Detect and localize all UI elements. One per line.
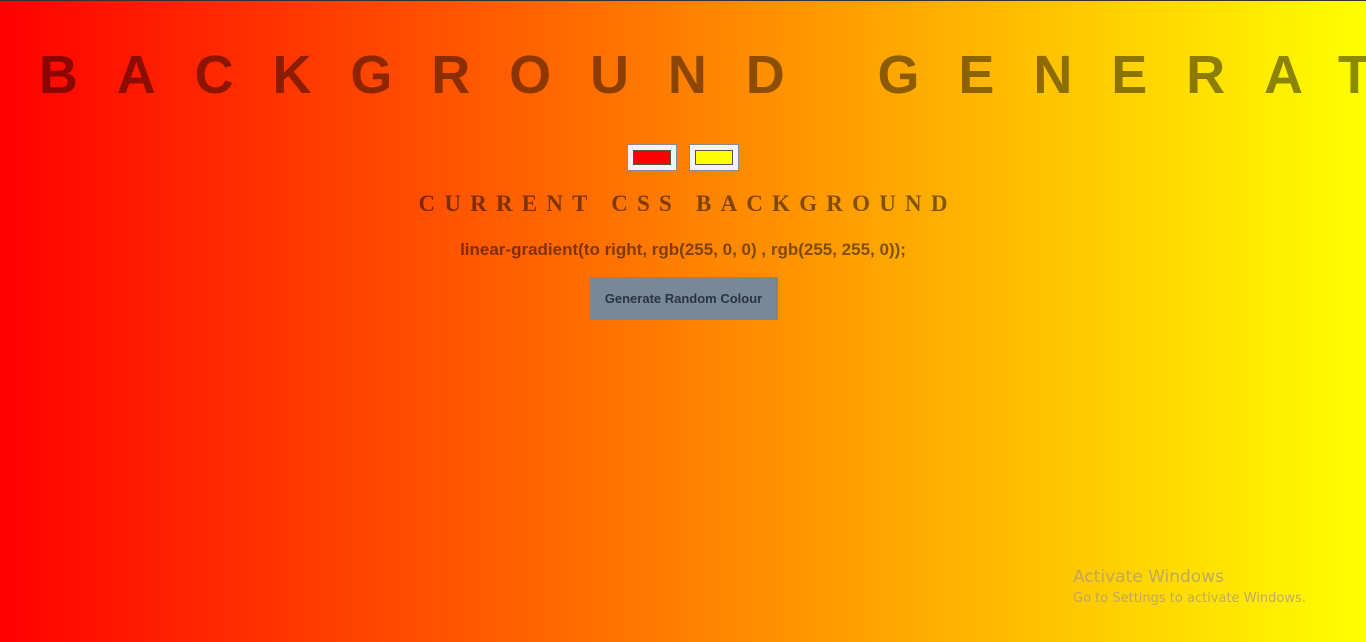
activate-windows-watermark: Activate Windows Go to Settings to activ… [1073,566,1306,608]
watermark-subtitle: Go to Settings to activate Windows. [1073,591,1306,606]
css-output-text: linear-gradient(to right, rgb(255, 0, 0)… [460,240,906,259]
watermark-title: Activate Windows [1073,567,1224,587]
color-pickers [627,144,739,171]
color-swatch-1 [633,150,671,165]
color-picker-2[interactable] [689,144,739,171]
color-picker-1[interactable] [627,144,677,171]
color-swatch-2 [695,150,733,165]
page-title: BACKGROUND GENERATOR [38,45,1366,105]
generate-random-colour-button[interactable]: Generate Random Colour [589,277,778,320]
section-heading: CURRENT CSS BACKGROUND [418,191,957,216]
